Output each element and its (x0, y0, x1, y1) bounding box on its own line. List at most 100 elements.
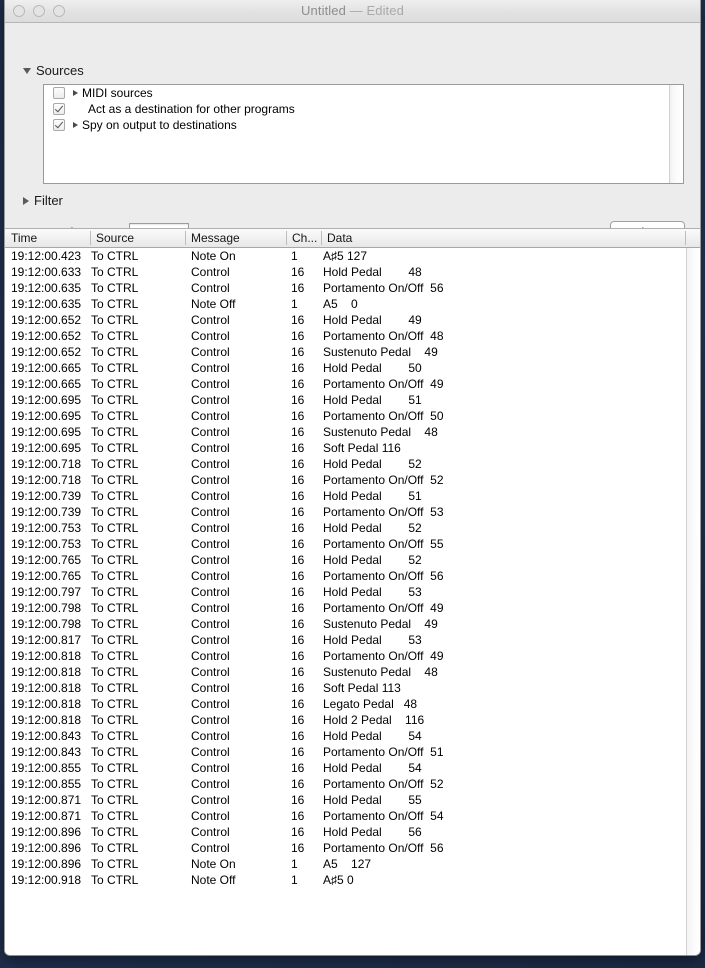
cell-time: 19:12:00.635 (11, 297, 82, 311)
cell-data: Portamento On/Off 52 (323, 473, 444, 487)
cell-message: Note Off (191, 297, 236, 311)
column-header-time[interactable]: Time (5, 229, 37, 247)
table-row[interactable]: 19:12:00.718 To CTRL Control 16 Hold Pedal 5… (5, 456, 686, 472)
source-item-spy-on-output[interactable]: Spy on output to destinations (44, 117, 683, 133)
cell-source: To CTRL (91, 425, 139, 439)
table-row[interactable]: 19:12:00.817 To CTRL Control 16 Hold Pedal 5… (5, 632, 686, 648)
table-row[interactable]: 19:12:00.665 To CTRL Control 16 Portamento O… (5, 376, 686, 392)
table-row[interactable]: 19:12:00.765 To CTRL Control 16 Portamento O… (5, 568, 686, 584)
table-row[interactable]: 19:12:00.798 To CTRL Control 16 Sustenuto Pe… (5, 616, 686, 632)
chevron-down-icon (23, 67, 31, 74)
column-header-message[interactable]: Message (185, 229, 240, 247)
column-header-channel[interactable]: Ch... (286, 229, 317, 247)
table-row[interactable]: 19:12:00.855 To CTRL Control 16 Hold Pedal 5… (5, 760, 686, 776)
column-divider[interactable] (685, 231, 686, 245)
cell-source: To CTRL (91, 345, 139, 359)
table-row[interactable]: 19:12:00.918 To CTRL Note Off 1 A♯5 0 (5, 872, 686, 888)
table-row[interactable]: 19:12:00.818 To CTRL Control 16 Sustenuto Pe… (5, 664, 686, 680)
filter-disclosure-header[interactable]: Filter (23, 193, 63, 208)
event-table-scrollbar[interactable] (686, 248, 700, 955)
chevron-right-icon[interactable] (73, 122, 78, 128)
cell-channel: 16 (291, 553, 305, 567)
cell-data: A5 127 (323, 857, 372, 871)
cell-source: To CTRL (91, 585, 139, 599)
source-item-act-as-destination[interactable]: Act as a destination for other programs (44, 101, 683, 117)
checkbox-spy-on-output[interactable] (53, 119, 65, 131)
table-row[interactable]: 19:12:00.871 To CTRL Control 16 Hold Pedal 5… (5, 792, 686, 808)
table-row[interactable]: 19:12:00.739 To CTRL Control 16 Portamento O… (5, 504, 686, 520)
cell-source: To CTRL (91, 665, 139, 679)
cell-message: Control (191, 761, 230, 775)
table-row[interactable]: 19:12:00.798 To CTRL Control 16 Portamento O… (5, 600, 686, 616)
table-row[interactable]: 19:12:00.797 To CTRL Control 16 Hold Pedal 5… (5, 584, 686, 600)
zoom-button[interactable] (53, 5, 65, 17)
table-row[interactable]: 19:12:00.765 To CTRL Control 16 Hold Pedal 5… (5, 552, 686, 568)
cell-channel: 16 (291, 473, 305, 487)
table-row[interactable]: 19:12:00.633 To CTRL Control 16 Hold Pedal 4… (5, 264, 686, 280)
table-row[interactable]: 19:12:00.695 To CTRL Control 16 Soft Pedal 1… (5, 440, 686, 456)
cell-data: Hold Pedal 54 (323, 729, 422, 743)
window-title-document: Untitled (301, 3, 346, 18)
table-row[interactable]: 19:12:00.896 To CTRL Note On 1 A5 127 (5, 856, 686, 872)
close-button[interactable] (13, 5, 25, 17)
sources-list-scrollbar[interactable] (669, 85, 683, 183)
column-header-data[interactable]: Data (321, 229, 352, 247)
table-row[interactable]: 19:12:00.818 To CTRL Control 16 Portamento O… (5, 648, 686, 664)
checkbox-act-as-destination[interactable] (53, 103, 65, 115)
event-table: Time Source Message Ch... Data 19:12:00.… (5, 228, 700, 955)
table-row[interactable]: 19:12:00.695 To CTRL Control 16 Hold Pedal 5… (5, 392, 686, 408)
cell-channel: 16 (291, 537, 305, 551)
chevron-right-icon[interactable] (73, 90, 78, 96)
cell-data: Portamento On/Off 56 (323, 281, 444, 295)
filter-section-label: Filter (34, 193, 63, 208)
table-row[interactable]: 19:12:00.695 To CTRL Control 16 Portamento O… (5, 408, 686, 424)
table-row[interactable]: 19:12:00.753 To CTRL Control 16 Hold Pedal 5… (5, 520, 686, 536)
cell-time: 19:12:00.718 (11, 473, 82, 487)
cell-channel: 16 (291, 633, 305, 647)
table-row[interactable]: 19:12:00.635 To CTRL Control 16 Portamento O… (5, 280, 686, 296)
cell-data: Soft Pedal 116 (323, 441, 401, 455)
table-row[interactable]: 19:12:00.718 To CTRL Control 16 Portamento O… (5, 472, 686, 488)
column-header-source[interactable]: Source (90, 229, 134, 247)
table-row[interactable]: 19:12:00.635 To CTRL Note Off 1 A5 0 (5, 296, 686, 312)
sources-disclosure-header[interactable]: Sources (23, 63, 84, 78)
cell-time: 19:12:00.871 (11, 809, 82, 823)
cell-time: 19:12:00.765 (11, 569, 82, 583)
table-row[interactable]: 19:12:00.652 To CTRL Control 16 Sustenuto Pe… (5, 344, 686, 360)
table-row[interactable]: 19:12:00.423 To CTRL Note On 1 A♯5 127 (5, 248, 686, 264)
cell-data: Portamento On/Off 52 (323, 777, 444, 791)
cell-source: To CTRL (91, 281, 139, 295)
table-row[interactable]: 19:12:00.818 To CTRL Control 16 Hold 2 Pedal… (5, 712, 686, 728)
cell-source: To CTRL (91, 505, 139, 519)
cell-time: 19:12:00.818 (11, 697, 82, 711)
cell-message: Control (191, 841, 230, 855)
event-table-body[interactable]: 19:12:00.423 To CTRL Note On 1 A♯5 127 19:12:… (5, 248, 686, 955)
table-row[interactable]: 19:12:00.652 To CTRL Control 16 Portamento O… (5, 328, 686, 344)
cell-time: 19:12:00.695 (11, 409, 82, 423)
minimize-button[interactable] (33, 5, 45, 17)
cell-source: To CTRL (91, 313, 139, 327)
table-row[interactable]: 19:12:00.753 To CTRL Control 16 Portamento O… (5, 536, 686, 552)
sources-list[interactable]: MIDI sources Act as a destination for ot… (43, 84, 684, 184)
table-row[interactable]: 19:12:00.855 To CTRL Control 16 Portamento O… (5, 776, 686, 792)
window-title-separator: — (345, 3, 367, 18)
table-row[interactable]: 19:12:00.871 To CTRL Control 16 Portamento O… (5, 808, 686, 824)
table-row[interactable]: 19:12:00.695 To CTRL Control 16 Sustenuto Pe… (5, 424, 686, 440)
cell-time: 19:12:00.695 (11, 425, 82, 439)
cell-channel: 16 (291, 745, 305, 759)
checkbox-midi-sources[interactable] (53, 87, 65, 99)
table-row[interactable]: 19:12:00.652 To CTRL Control 16 Hold Pedal 4… (5, 312, 686, 328)
cell-message: Control (191, 377, 230, 391)
cell-channel: 16 (291, 489, 305, 503)
table-row[interactable]: 19:12:00.665 To CTRL Control 16 Hold Pedal 5… (5, 360, 686, 376)
table-row[interactable]: 19:12:00.818 To CTRL Control 16 Soft Pedal 1… (5, 680, 686, 696)
cell-channel: 16 (291, 649, 305, 663)
table-row[interactable]: 19:12:00.843 To CTRL Control 16 Portamento O… (5, 744, 686, 760)
source-item-midi-sources[interactable]: MIDI sources (44, 85, 683, 101)
table-row[interactable]: 19:12:00.896 To CTRL Control 16 Hold Pedal 5… (5, 824, 686, 840)
table-row[interactable]: 19:12:00.843 To CTRL Control 16 Hold Pedal 5… (5, 728, 686, 744)
table-row[interactable]: 19:12:00.739 To CTRL Control 16 Hold Pedal 5… (5, 488, 686, 504)
table-row[interactable]: 19:12:00.896 To CTRL Control 16 Portamento O… (5, 840, 686, 856)
source-item-label: Spy on output to destinations (82, 118, 237, 132)
table-row[interactable]: 19:12:00.818 To CTRL Control 16 Legato Pedal… (5, 696, 686, 712)
